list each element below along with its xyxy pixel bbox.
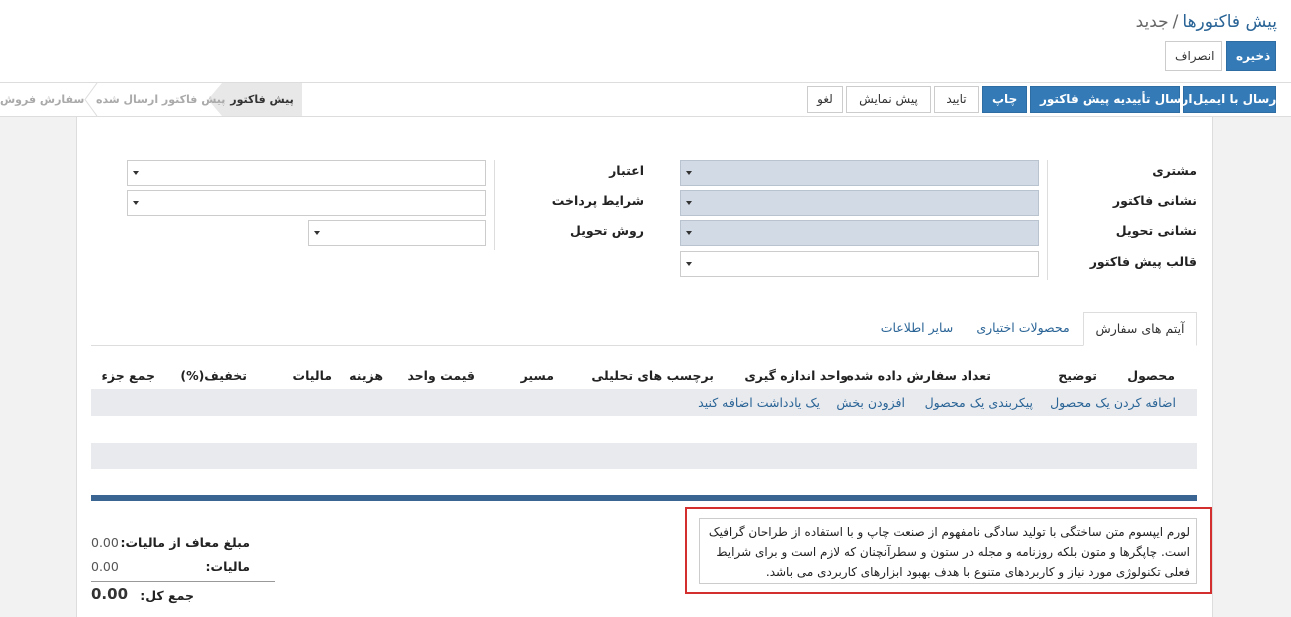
column-header-uom[interactable]: واحد اندازه گیری [744,368,848,383]
confirm-button[interactable]: تایید [934,86,979,113]
delivery-address-field[interactable] [680,220,1039,246]
breadcrumb-separator: / [1172,12,1179,32]
total-label: جمع کل: [140,588,194,603]
totals-divider [91,581,275,582]
breadcrumb-current: جدید [1135,12,1169,32]
quotation-template-field[interactable] [680,251,1039,277]
dropdown-caret-icon [314,231,320,235]
stage-quotation-sent[interactable]: پیش فاکتور ارسال شده [96,83,225,116]
delivery-method-field[interactable] [308,220,486,246]
breadcrumb-parent[interactable]: پیش فاکتورها [1182,12,1277,32]
untaxed-amount-label: مبلغ معاف از مالیات: [120,535,250,550]
highlighted-note-box: لورم ایپسوم متن ساختگی با تولید سادگی نا… [685,507,1212,594]
stage-quotation[interactable]: پیش فاکتور [222,83,302,116]
tabs-underline [91,345,1197,346]
column-header-taxes[interactable]: مالیات [293,368,332,383]
preview-button[interactable]: پیش نمایش [846,86,931,113]
terms-note-field[interactable]: لورم ایپسوم متن ساختگی با تولید سادگی نا… [699,518,1197,584]
customer-label: مشتری [1152,163,1197,178]
add-line-row: اضافه کردن یک محصول پیکربندی یک محصول اف… [91,389,1197,416]
tab-order-lines[interactable]: آیتم های سفارش [1083,312,1197,346]
save-button[interactable]: ذخیره [1226,41,1276,71]
send-by-email-button[interactable]: ارسال با ایمیل [1183,86,1280,113]
dropdown-caret-icon [686,262,692,266]
cancel-button[interactable]: لغو [807,86,843,113]
dropdown-caret-icon [133,201,139,205]
tax-label: مالیات: [205,559,250,574]
configure-product-link[interactable]: پیکربندی یک محصول [925,395,1033,410]
column-divider [494,160,495,250]
dropdown-caret-icon [686,171,692,175]
column-header-analytic-tags[interactable]: برچسب های تحلیلی [591,368,714,383]
add-note-link[interactable]: یک یادداشت اضافه کنید [698,395,820,410]
column-header-discount[interactable]: تخفیف(%) [180,368,247,383]
breadcrumb: پیش فاکتورها/جدید [1136,12,1277,32]
column-header-description[interactable]: توضیح [1058,368,1097,383]
stage-sales-order[interactable]: سفارش فروش [0,83,84,116]
untaxed-amount-value: 0.00 [91,535,119,550]
payment-terms-label: شرایط پرداخت [551,193,644,208]
payment-terms-field[interactable] [127,190,486,216]
quotation-template-label: قالب پیش فاکتور [1089,254,1197,269]
column-divider [1047,160,1048,280]
table-footer-bar [91,495,1197,501]
tab-optional-products[interactable]: محصولات اختیاری [968,312,1078,345]
validity-label: اعتبار [609,163,644,178]
column-header-subtotal[interactable]: جمع جزء [102,368,155,383]
column-header-product[interactable]: محصول [1127,368,1175,383]
send-proforma-button[interactable]: ارسال تأییدیه پیش فاکتور [1030,86,1192,113]
total-value: 0.00 [91,585,129,603]
tab-other-info[interactable]: سایر اطلاعات [874,312,960,345]
column-header-unit-price[interactable]: قیمت واحد [407,368,475,383]
column-header-cost[interactable]: هزینه [349,368,383,383]
add-product-link[interactable]: اضافه کردن یک محصول [1050,395,1176,410]
status-bar: ارسال با ایمیل ارسال تأییدیه پیش فاکتور … [0,83,1291,117]
dropdown-caret-icon [133,171,139,175]
invoice-address-field[interactable] [680,190,1039,216]
stage-separator-icon [84,83,98,116]
invoice-address-label: نشانی فاکتور [1112,193,1197,208]
column-header-ordered-qty[interactable]: تعداد سفارش داده شده [846,368,991,383]
delivery-method-label: روش تحویل [570,223,644,238]
delivery-address-label: نشانی تحویل [1115,223,1197,238]
tax-value: 0.00 [91,559,119,574]
customer-field[interactable] [680,160,1039,186]
discard-button[interactable]: انصراف [1165,41,1222,71]
validity-field[interactable] [127,160,486,186]
table-empty-row [91,443,1197,469]
dropdown-caret-icon [686,201,692,205]
control-panel: پیش فاکتورها/جدید ذخیره انصراف [0,0,1291,83]
print-button[interactable]: چاپ [982,86,1027,113]
dropdown-caret-icon [686,231,692,235]
column-header-route[interactable]: مسیر [521,368,554,383]
add-section-link[interactable]: افزودن بخش [836,395,905,410]
